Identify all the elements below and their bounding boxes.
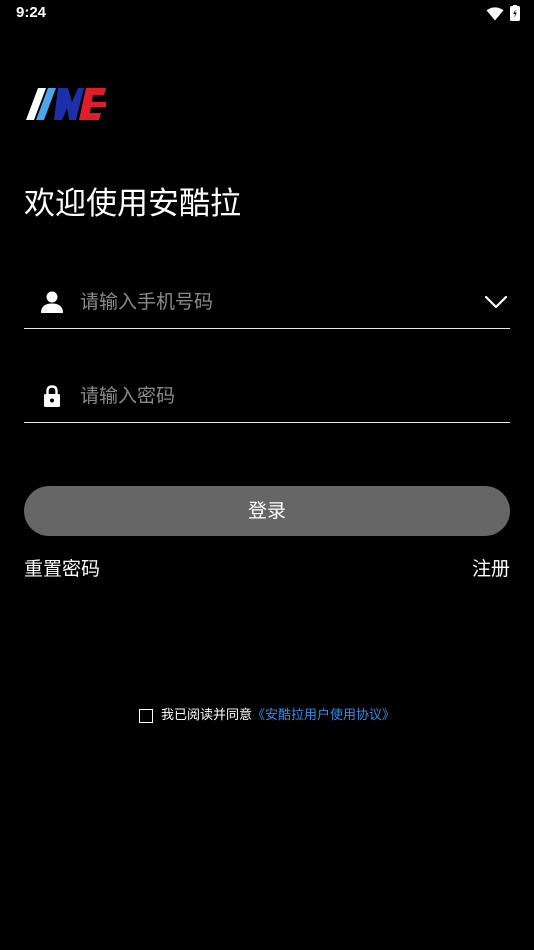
lock-icon (40, 384, 64, 408)
login-button[interactable]: 登录 (24, 486, 510, 536)
chevron-down-icon[interactable] (484, 292, 508, 312)
wifi-icon (486, 6, 504, 25)
agreement-link[interactable]: 《安酷拉用户使用协议》 (252, 706, 395, 726)
status-time: 9:24 (16, 4, 47, 21)
password-field (24, 372, 510, 423)
register-link[interactable]: 注册 (472, 556, 510, 582)
phone-field (24, 278, 510, 329)
status-bar: 9:24 (0, 0, 534, 28)
password-input[interactable] (80, 380, 460, 412)
agreement-row: 我已阅读并同意 《安酷拉用户使用协议》 (0, 706, 534, 726)
phone-input[interactable] (80, 286, 460, 318)
reset-password-link[interactable]: 重置密码 (24, 556, 100, 582)
welcome-title: 欢迎使用安酷拉 (24, 186, 241, 222)
status-icons (486, 5, 520, 25)
battery-charging-icon (510, 5, 520, 25)
agreement-text: 我已阅读并同意 (160, 708, 252, 723)
agreement-checkbox[interactable] (138, 709, 153, 723)
brand-logo (26, 88, 108, 120)
user-icon (40, 290, 64, 314)
